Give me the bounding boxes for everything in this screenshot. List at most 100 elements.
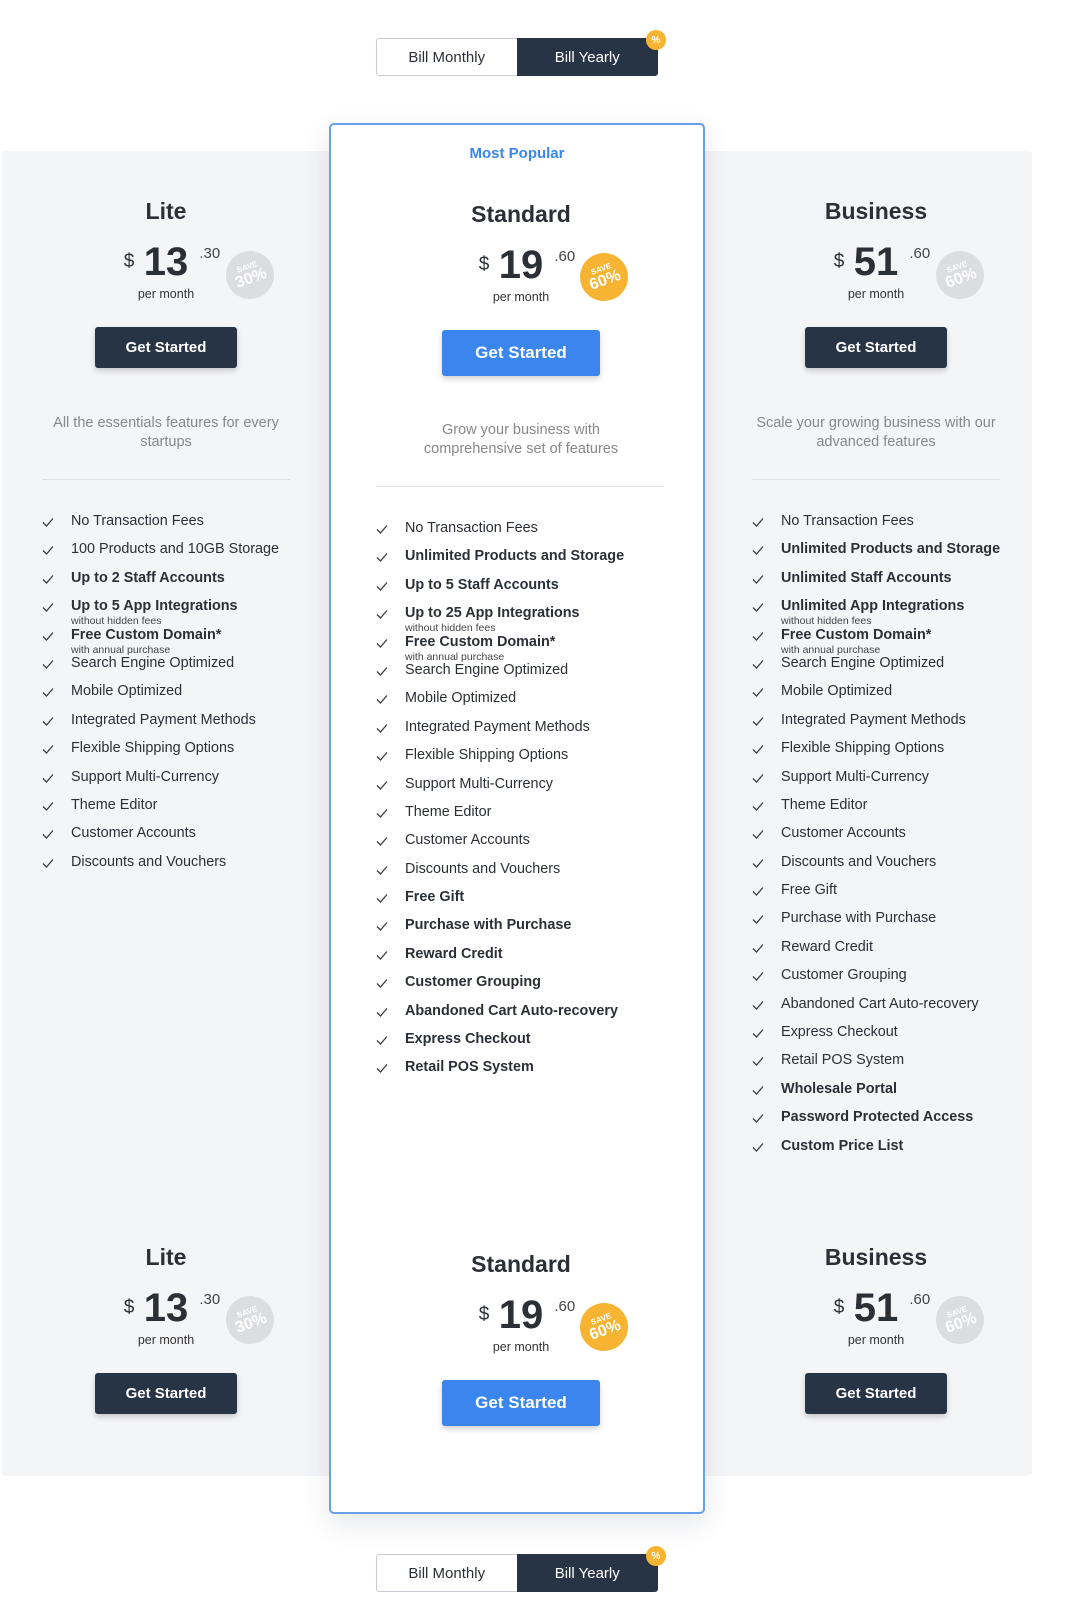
- feature-label: No Transaction Fees: [405, 520, 538, 536]
- price-cents: .30: [199, 245, 221, 262]
- get-started-button[interactable]: Get Started: [95, 1373, 237, 1414]
- check-icon: [752, 688, 764, 698]
- feature-label: Up to 5 App Integrations: [71, 598, 238, 615]
- plan-price: $ 19 .60: [479, 1293, 576, 1337]
- feature-label: Support Multi-Currency: [71, 768, 219, 785]
- feature-note: with annual purchase: [71, 643, 171, 656]
- feature-item: Reward Credit: [752, 939, 1042, 967]
- feature-label: Free Custom Domain*: [781, 626, 932, 643]
- feature-label: Integrated Payment Methods: [71, 711, 256, 728]
- get-started-button[interactable]: Get Started: [805, 327, 947, 368]
- feature-label: Unlimited Products and Storage: [405, 548, 625, 565]
- check-icon: [376, 780, 388, 790]
- feature-item: Flexible Shipping Options: [376, 747, 676, 775]
- check-icon: [752, 631, 764, 641]
- plan-name: Standard: [471, 201, 571, 227]
- feature-label: Express Checkout: [781, 1024, 898, 1041]
- get-started-button[interactable]: Get Started: [442, 1380, 600, 1426]
- feature-label: Unlimited Staff Accounts: [781, 569, 952, 586]
- price-integer: 13: [143, 1286, 189, 1330]
- get-started-button[interactable]: Get Started: [442, 330, 600, 376]
- price-integer: 51: [853, 1286, 899, 1330]
- feature-label: Reward Credit: [781, 938, 873, 955]
- feature-label: Retail POS System: [405, 1059, 534, 1076]
- bill-yearly-option[interactable]: Bill Yearly: [516, 38, 658, 76]
- feature-item: Purchase with Purchase: [752, 910, 1042, 938]
- feature-label: Up to 2 Staff Accounts: [71, 569, 225, 586]
- business-plan-description: Scale your growing business with our adv…: [756, 415, 996, 450]
- check-icon: [376, 922, 388, 932]
- price-currency: $: [123, 1297, 135, 1318]
- check-icon: [42, 830, 54, 840]
- feature-label: Free Custom Domain*: [405, 633, 556, 650]
- feature-label: Search Engine Optimized: [405, 661, 569, 678]
- feature-label: Free Gift: [781, 882, 837, 899]
- discount-percent-icon: %: [646, 1546, 666, 1566]
- feature-label: Discounts and Vouchers: [405, 860, 561, 877]
- price-cents: .60: [909, 245, 931, 262]
- price-currency: $: [833, 251, 845, 272]
- bill-yearly-option[interactable]: Bill Yearly: [516, 1554, 658, 1592]
- feature-item: Unlimited Products and Storage: [752, 541, 1042, 569]
- price-integer: 13: [143, 240, 189, 284]
- bill-monthly-option[interactable]: Bill Monthly: [376, 1554, 517, 1592]
- feature-note: with annual purchase: [405, 650, 505, 663]
- feature-label: Support Multi-Currency: [405, 775, 553, 792]
- feature-item: Up to 5 Staff Accounts: [376, 577, 676, 605]
- feature-item: Discounts and Vouchers: [376, 861, 676, 889]
- get-started-button[interactable]: Get Started: [95, 327, 237, 368]
- check-icon: [42, 745, 54, 755]
- feature-label: Free Gift: [405, 889, 465, 906]
- feature-item: Wholesale Portal: [752, 1081, 1042, 1109]
- feature-label: Discounts and Vouchers: [781, 853, 937, 870]
- feature-label: Abandoned Cart Auto-recovery: [405, 1002, 618, 1019]
- feature-label: Purchase with Purchase: [405, 917, 572, 934]
- price-integer: 19: [498, 1293, 544, 1337]
- check-icon: [752, 943, 764, 953]
- feature-item: Search Engine Optimized: [42, 655, 302, 683]
- check-icon: [376, 553, 388, 563]
- feature-item: Customer Accounts: [752, 825, 1042, 853]
- check-icon: [42, 801, 54, 811]
- feature-item: Free Custom Domain* with annual purchase: [42, 627, 302, 656]
- plan-price: $ 13 .30: [124, 240, 221, 284]
- feature-item: Reward Credit: [376, 946, 676, 974]
- feature-note: without hidden fees: [71, 615, 162, 628]
- feature-item: Unlimited App Integrations without hidden…: [752, 598, 1042, 628]
- feature-label: Unlimited Products and Storage: [781, 541, 1001, 558]
- price-currency: $: [478, 1304, 490, 1325]
- plan-price: $ 13 .30: [124, 1286, 221, 1330]
- feature-item: Flexible Shipping Options: [42, 740, 302, 768]
- check-icon: [42, 574, 54, 584]
- check-icon: [752, 546, 764, 556]
- check-icon: [752, 1000, 764, 1010]
- feature-item: Express Checkout: [376, 1031, 676, 1059]
- get-started-button[interactable]: Get Started: [805, 1373, 947, 1414]
- check-icon: [376, 667, 388, 676]
- check-icon: [42, 688, 54, 698]
- check-icon: [752, 830, 764, 840]
- check-icon: [752, 1114, 764, 1124]
- check-icon: [752, 574, 764, 584]
- feature-item: Integrated Payment Methods: [42, 712, 302, 740]
- check-icon: [376, 581, 388, 591]
- feature-note: without hidden fees: [405, 622, 496, 635]
- feature-item: Discounts and Vouchers: [42, 854, 302, 882]
- feature-label: Theme Editor: [781, 796, 868, 813]
- feature-label: Customer Grouping: [781, 967, 907, 984]
- feature-label: Integrated Payment Methods: [405, 718, 590, 735]
- check-icon: [376, 638, 388, 648]
- feature-item: Free Gift: [376, 889, 676, 917]
- check-icon: [752, 518, 764, 527]
- bill-monthly-option[interactable]: Bill Monthly: [376, 38, 517, 76]
- price-cents: .60: [554, 1298, 576, 1315]
- check-icon: [42, 546, 54, 556]
- check-icon: [376, 525, 388, 534]
- plan-price: $ 19 .60: [479, 244, 576, 286]
- standard-feature-list: No Transaction Fees Unlimited Products an…: [376, 520, 676, 1088]
- feature-label: Customer Accounts: [71, 825, 196, 842]
- check-icon: [752, 858, 764, 868]
- feature-item: Free Custom Domain* with annual purchase: [376, 633, 676, 663]
- feature-note: without hidden fees: [781, 615, 872, 628]
- check-icon: [752, 745, 764, 755]
